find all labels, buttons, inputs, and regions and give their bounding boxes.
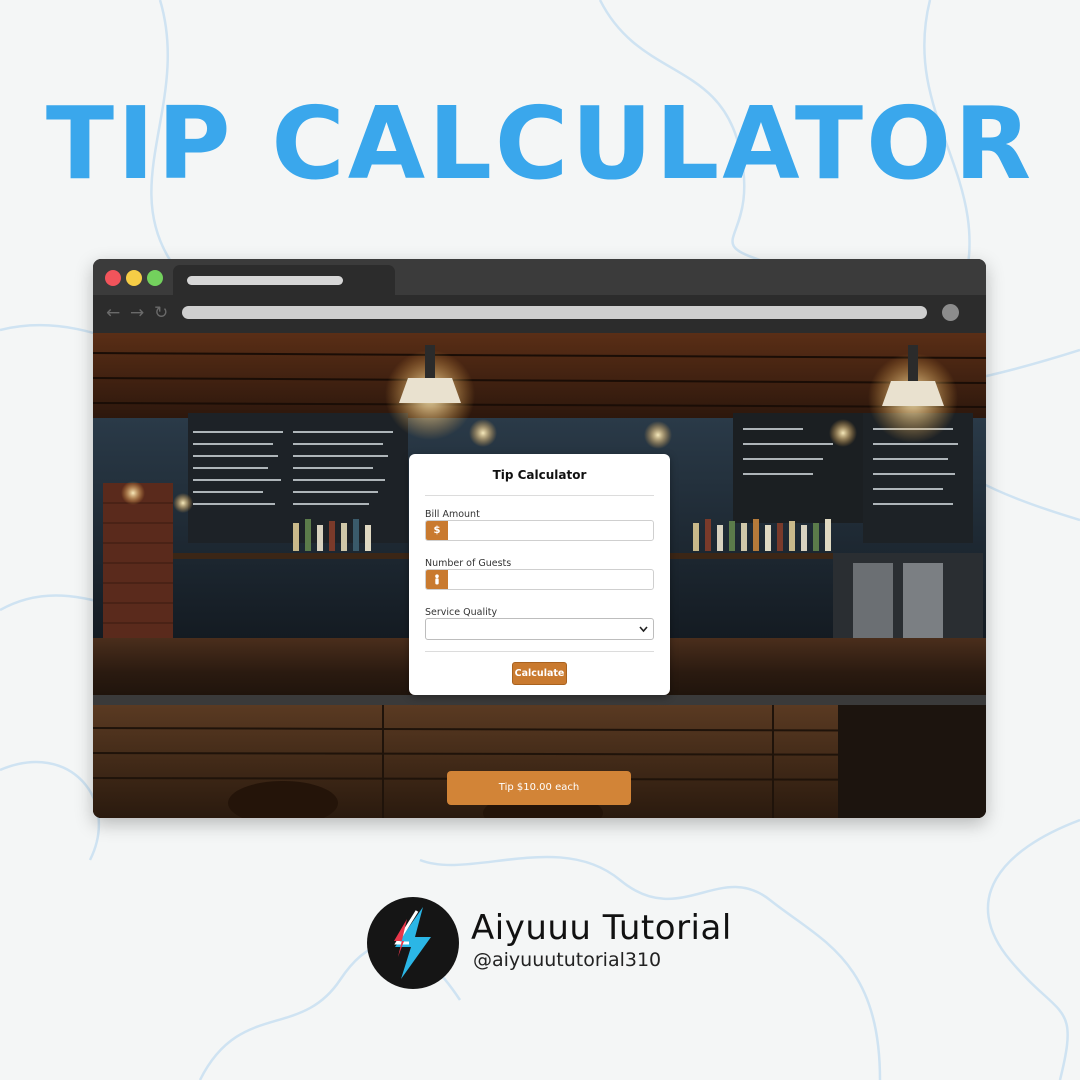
maximize-window-dot[interactable] [147,270,163,286]
page-viewport: Tip Calculator Bill Amount $ Number of G… [93,333,986,818]
tip-calculator-card: Tip Calculator Bill Amount $ Number of G… [409,454,670,695]
divider-top [425,495,654,496]
close-window-dot[interactable] [105,270,121,286]
number-of-guests-input[interactable] [448,570,653,589]
calculator-title: Tip Calculator [492,468,587,482]
headline-title: TIP CALCULATOR [45,85,1035,202]
back-arrow-icon[interactable]: ← [106,303,120,323]
reload-icon[interactable]: ↻ [154,303,168,323]
browser-menu-icon[interactable] [942,304,959,321]
divider-bottom [425,651,654,652]
tab-title-placeholder [187,276,343,285]
browser-tab[interactable] [173,265,395,295]
browser-titlebar [93,259,986,295]
lightning-bolt-logo [367,897,459,989]
brand-handle: @aiyuuututorial310 [473,949,662,971]
calculate-button[interactable]: Calculate [512,662,567,685]
service-quality-label: Service Quality [425,607,498,618]
bill-amount-input[interactable] [448,521,653,540]
service-quality-select[interactable] [425,618,654,640]
tip-result-button[interactable]: Tip $10.00 each [447,771,631,805]
bill-amount-label: Bill Amount [425,509,480,520]
minimize-window-dot[interactable] [126,270,142,286]
number-of-guests-label: Number of Guests [425,558,512,569]
browser-window: ← → ↻ Tip Calculator Bill Amount $ Numbe… [93,259,986,818]
bill-amount-field: $ [425,520,654,541]
chevron-down-icon [639,626,648,633]
dollar-addon: $ [426,521,448,540]
brand-name: Aiyuuu Tutorial [471,908,732,948]
person-icon [426,570,448,589]
number-of-guests-field [425,569,654,590]
address-bar[interactable] [182,306,927,319]
forward-arrow-icon[interactable]: → [130,303,144,323]
browser-toolbar: ← → ↻ [93,295,986,333]
